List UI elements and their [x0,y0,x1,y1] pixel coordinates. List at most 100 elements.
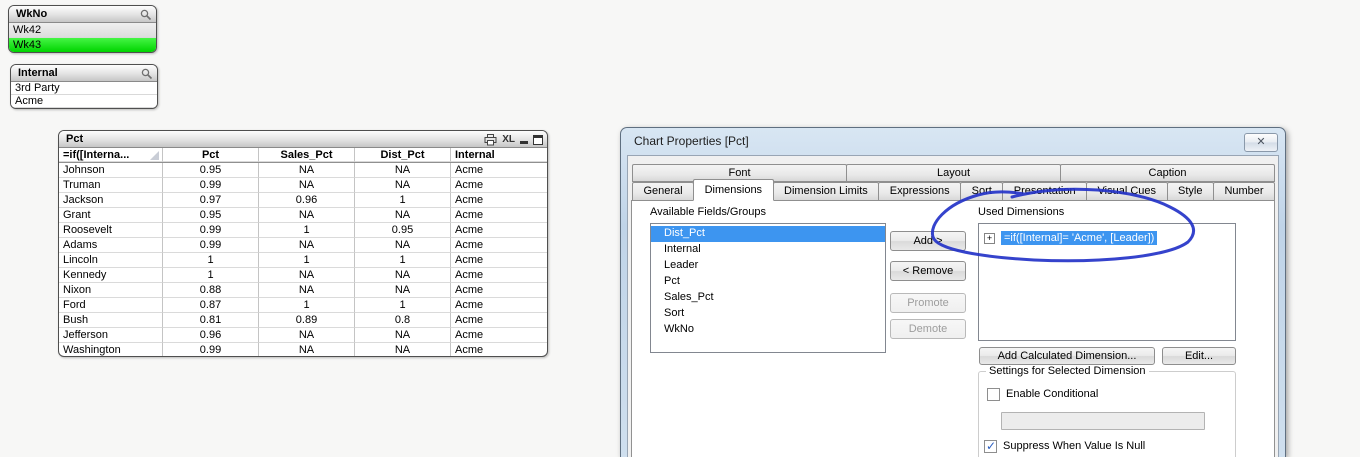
tab-sort[interactable]: Sort [960,182,1004,201]
dialog-title[interactable]: Chart Properties [Pct] [634,134,749,148]
column-header-sales-pct[interactable]: Sales_Pct [259,148,355,162]
table-cell[interactable]: Acme [451,268,547,283]
table-cell[interactable]: Acme [451,238,547,253]
tab-dimension-limits[interactable]: Dimension Limits [772,182,880,201]
table-cell[interactable]: Acme [451,298,547,313]
field-item-sales-pct[interactable]: Sales_Pct [651,290,885,306]
table-cell[interactable]: NA [355,238,451,253]
remove-button[interactable]: < Remove [890,261,966,281]
table-cell[interactable]: Acme [451,328,547,343]
table-cell[interactable]: Nixon [59,283,163,298]
tab-number[interactable]: Number [1212,182,1276,201]
table-cell[interactable]: NA [355,328,451,343]
tab-general[interactable]: General [632,182,695,201]
table-cell[interactable]: NA [355,208,451,223]
table-cell[interactable]: NA [355,268,451,283]
tab-style[interactable]: Style [1166,182,1214,201]
table-cell[interactable]: 0.96 [163,328,259,343]
listbox-item-wk43[interactable]: Wk43 [9,38,156,52]
table-cell[interactable]: 0.87 [163,298,259,313]
table-cell[interactable]: Lincoln [59,253,163,268]
search-icon[interactable] [141,68,153,80]
field-item-dist-pct[interactable]: Dist_Pct [651,226,885,242]
wkno-listbox-caption[interactable]: WkNo [9,6,156,23]
internal-listbox-caption[interactable]: Internal [11,65,157,82]
table-cell[interactable]: Jefferson [59,328,163,343]
search-icon[interactable] [140,9,152,21]
printer-icon[interactable] [484,133,497,146]
table-cell[interactable]: Johnson [59,163,163,178]
table-cell[interactable]: Bush [59,313,163,328]
table-cell[interactable]: Acme [451,253,547,268]
table-cell[interactable]: NA [259,283,355,298]
listbox-item-wk42[interactable]: Wk42 [9,23,156,38]
pct-table-caption[interactable]: Pct XL [59,131,547,148]
table-cell[interactable]: Truman [59,178,163,193]
tab-presentation[interactable]: Presentation [1002,182,1088,201]
table-cell[interactable]: 0.96 [259,193,355,208]
add-calculated-dimension-button[interactable]: Add Calculated Dimension... [979,347,1155,365]
used-dimension-row[interactable]: + =if([Internal]= 'Acme', [Leader]) [984,231,1235,245]
table-cell[interactable]: 1 [259,223,355,238]
column-header-internal[interactable]: Internal [451,148,547,162]
table-cell[interactable]: Acme [451,343,547,356]
edit-button[interactable]: Edit... [1162,347,1236,365]
table-cell[interactable]: Acme [451,283,547,298]
table-cell[interactable]: NA [259,328,355,343]
maximize-icon[interactable] [533,134,543,145]
table-cell[interactable]: NA [259,208,355,223]
table-cell[interactable]: 0.95 [355,223,451,238]
table-cell[interactable]: 0.89 [259,313,355,328]
field-item-internal[interactable]: Internal [651,242,885,258]
table-cell[interactable]: 1 [259,298,355,313]
table-cell[interactable]: Acme [451,223,547,238]
table-cell[interactable]: NA [259,163,355,178]
demote-button[interactable]: Demote [890,319,966,339]
tab-caption[interactable]: Caption [1060,164,1275,182]
column-header-if-interna[interactable]: =if([Interna... [59,148,163,162]
table-cell[interactable]: NA [259,238,355,253]
table-cell[interactable]: 0.99 [163,178,259,193]
table-cell[interactable]: Acme [451,193,547,208]
table-cell[interactable]: 0.95 [163,208,259,223]
table-cell[interactable]: 0.81 [163,313,259,328]
table-cell[interactable]: NA [259,343,355,356]
tab-expressions[interactable]: Expressions [878,182,962,201]
tab-layout[interactable]: Layout [846,164,1061,182]
table-cell[interactable]: 1 [163,253,259,268]
table-cell[interactable]: 0.99 [163,343,259,356]
table-cell[interactable]: Acme [451,208,547,223]
excel-export-icon[interactable]: XL [502,133,515,146]
table-cell[interactable]: Jackson [59,193,163,208]
tab-dimensions[interactable]: Dimensions [693,179,774,201]
field-item-pct[interactable]: Pct [651,274,885,290]
field-item-sort[interactable]: Sort [651,306,885,322]
table-cell[interactable]: Roosevelt [59,223,163,238]
table-cell[interactable]: Ford [59,298,163,313]
table-cell[interactable]: Kennedy [59,268,163,283]
table-cell[interactable]: 1 [163,268,259,283]
table-cell[interactable]: Acme [451,178,547,193]
table-cell[interactable]: 0.99 [163,223,259,238]
minimize-icon[interactable] [520,135,528,144]
table-cell[interactable]: 0.8 [355,313,451,328]
table-cell[interactable]: 0.99 [163,238,259,253]
table-cell[interactable]: 0.95 [163,163,259,178]
tab-visual-cues[interactable]: Visual Cues [1086,182,1168,201]
table-cell[interactable]: NA [355,283,451,298]
table-cell[interactable]: NA [259,268,355,283]
field-item-leader[interactable]: Leader [651,258,885,274]
expand-icon[interactable]: + [984,232,995,244]
table-cell[interactable]: Acme [451,163,547,178]
used-dimension-expression[interactable]: =if([Internal]= 'Acme', [Leader]) [1001,231,1158,245]
table-cell[interactable]: 1 [259,253,355,268]
table-cell[interactable]: Washington [59,343,163,356]
column-header-dist-pct[interactable]: Dist_Pct [355,148,451,162]
promote-button[interactable]: Promote [890,293,966,313]
table-cell[interactable]: 0.97 [163,193,259,208]
table-cell[interactable]: Grant [59,208,163,223]
field-item-wkno[interactable]: WkNo [651,322,885,338]
table-cell[interactable]: NA [355,178,451,193]
table-cell[interactable]: 1 [355,298,451,313]
listbox-item-3rd-party[interactable]: 3rd Party [11,82,157,95]
